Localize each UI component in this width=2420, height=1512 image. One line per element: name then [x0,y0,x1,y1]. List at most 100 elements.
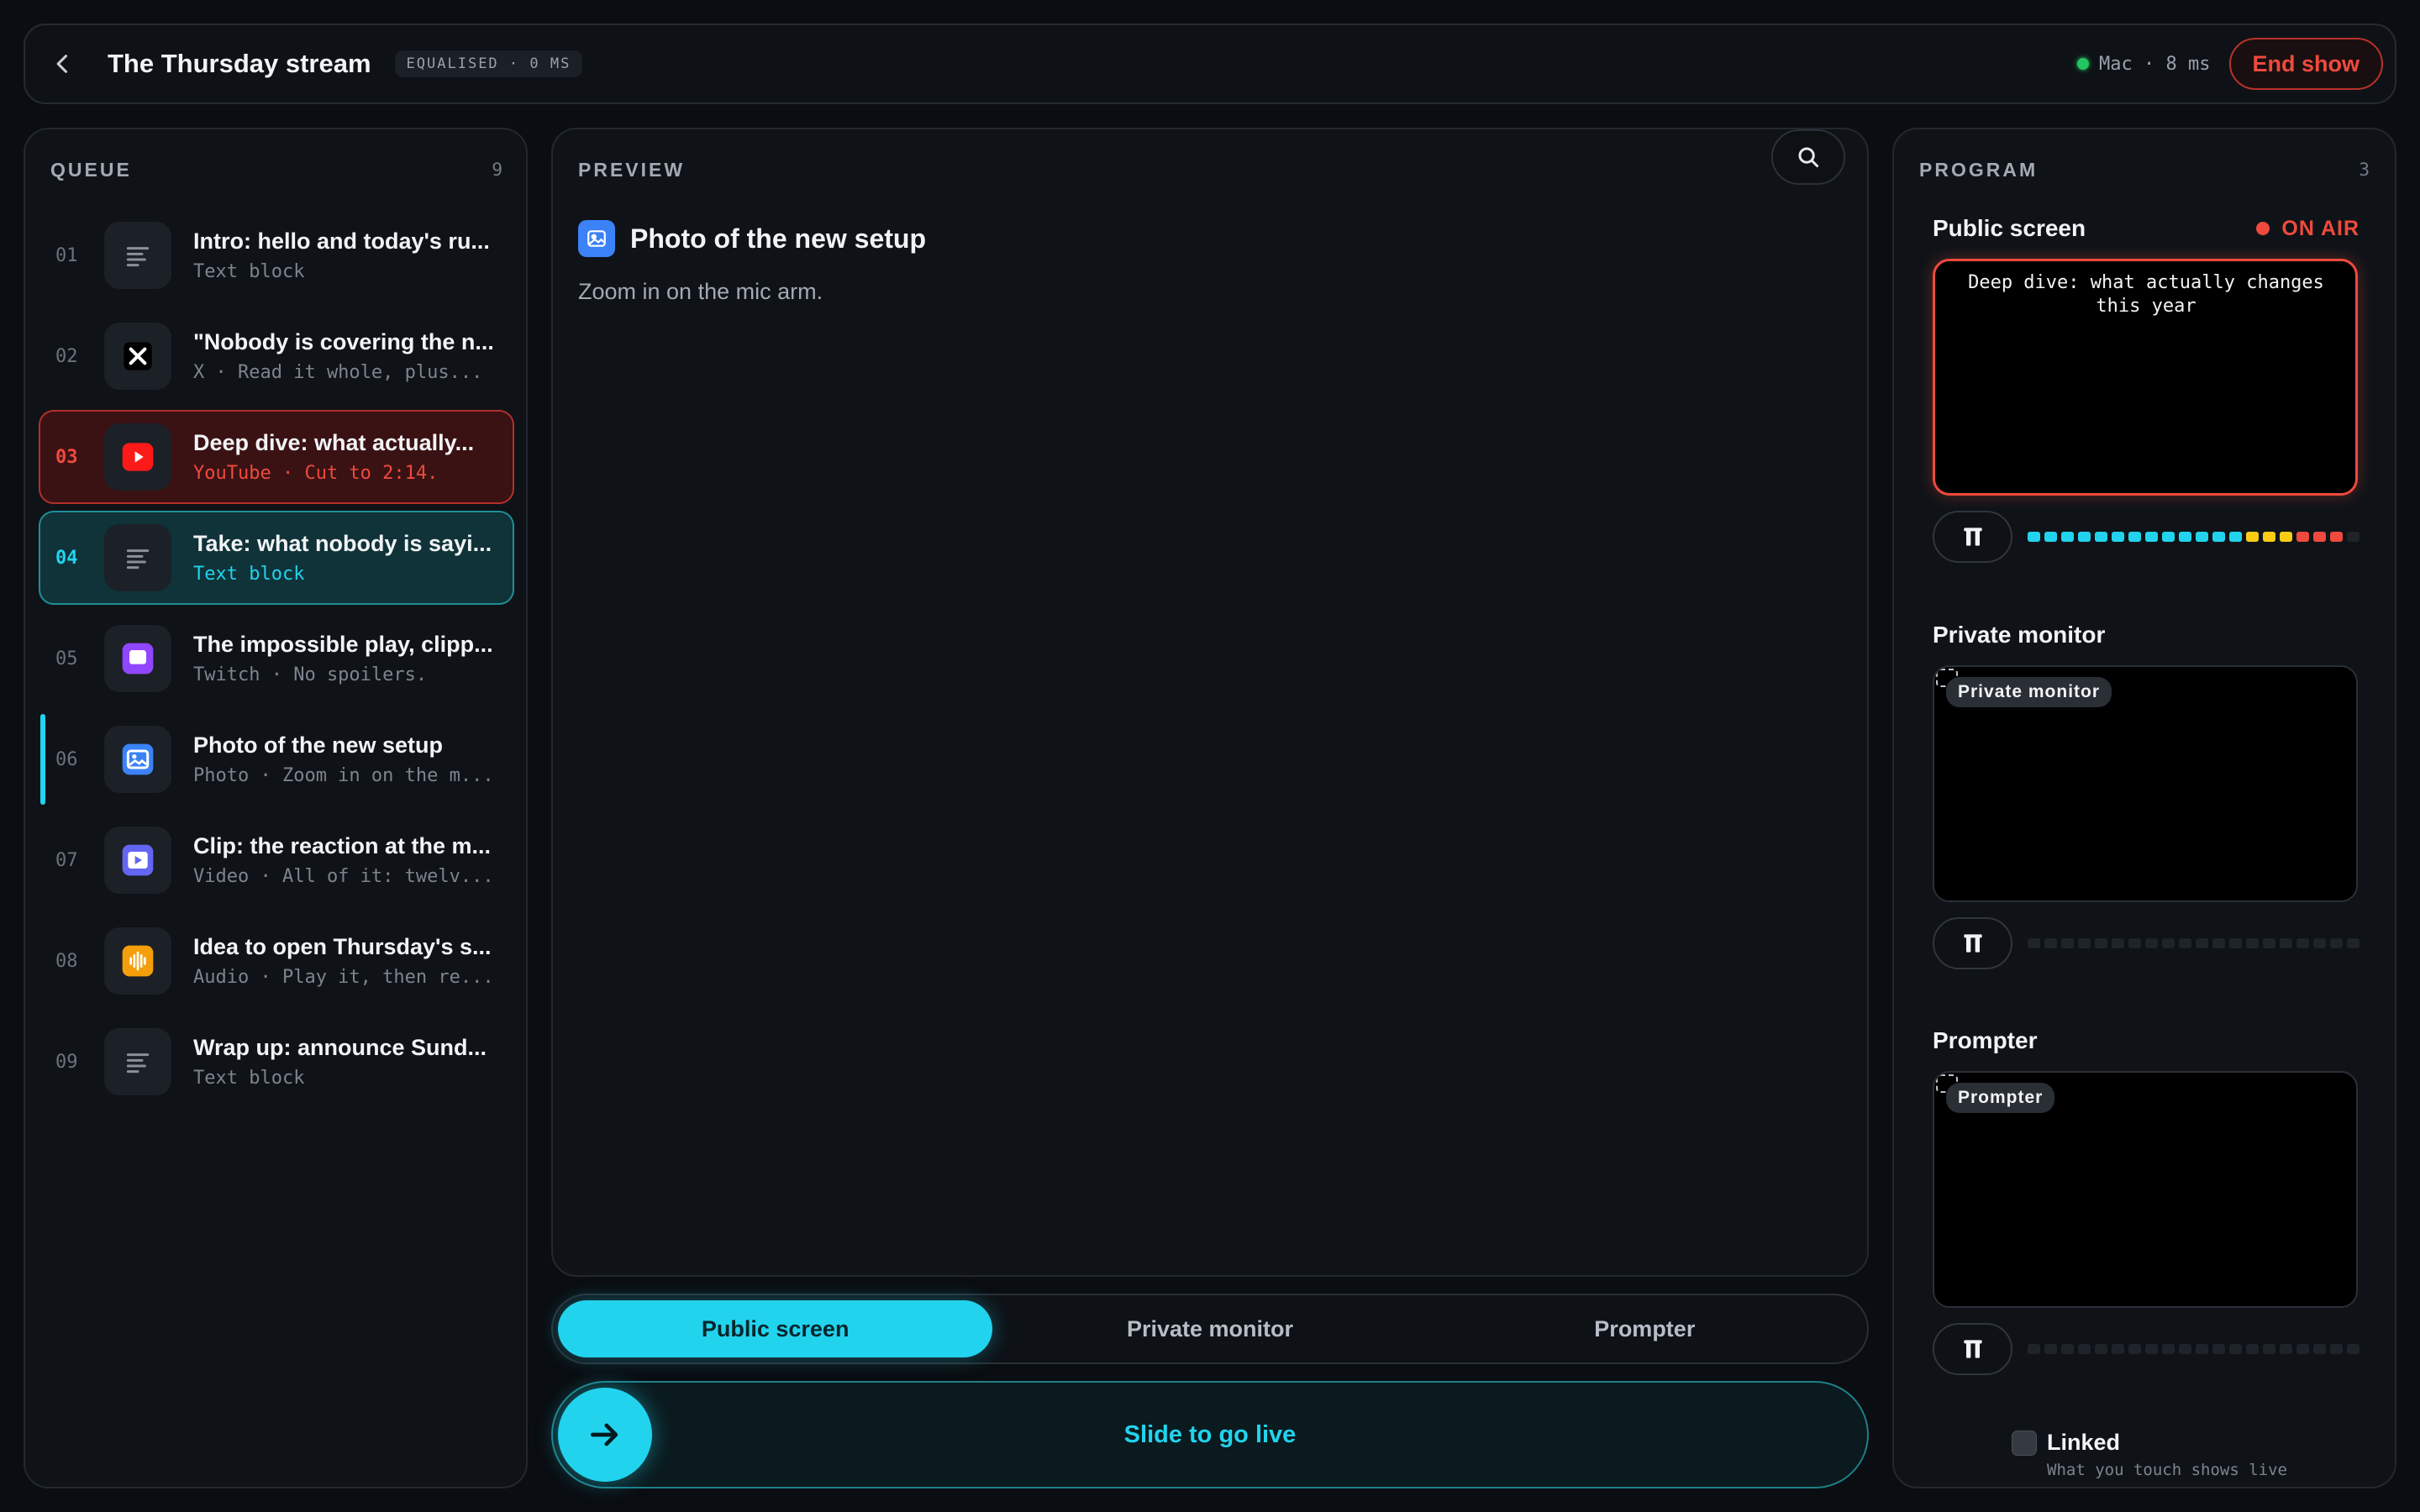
meter-segment [2246,1344,2259,1354]
queue-item-subtitle: Twitch · No spoilers. [193,664,428,685]
connection-status-dot [2077,58,2090,70]
pause-button[interactable] [1933,511,2012,563]
preview-title: PREVIEW [578,158,686,181]
queue-item-02[interactable]: 02 "Nobody is covering the n... X · Read i… [39,309,514,403]
private-monitor-screen[interactable]: Private monitor [1933,665,2358,902]
meter-segment [2162,938,2175,948]
chevron-left-icon [56,55,68,73]
meter-segment [2263,1344,2275,1354]
meter-segment [2061,938,2074,948]
slider-handle[interactable] [558,1388,652,1482]
preview-panel: PREVIEW Photo of the new setup Zoom in o… [551,128,1869,1277]
meter-segment [2095,938,2107,948]
meter-segment [2296,1344,2309,1354]
meter-segment [2179,532,2191,542]
pause-icon [1963,934,1982,953]
linked-checkbox[interactable] [2012,1430,2037,1456]
queue-item-title: The impossible play, clipp... [193,632,493,657]
queue-item-number: 08 [55,950,78,972]
text-icon [104,1028,171,1095]
meter-segment [2313,1344,2326,1354]
queue-item-05[interactable]: 05 The impossible play, clipp... Twitch · … [39,612,514,706]
meter-segment [2330,938,2343,948]
pause-button[interactable] [1933,917,2012,969]
tab-prompter[interactable]: Prompter [1428,1300,1862,1357]
meter-segment [2280,532,2292,542]
queue-item-08[interactable]: 08 Idea to open Thursday's s... Audio · Pl… [39,914,514,1008]
tab-private-monitor[interactable]: Private monitor [992,1300,1427,1357]
queue-item-03[interactable]: 03 Deep dive: what actually... YouTube · C… [39,410,514,504]
queue-item-number: 04 [55,547,78,569]
queue-item-title: Deep dive: what actually... [193,430,475,455]
linked-toggle[interactable]: Linked What you touch shows live [2012,1430,2287,1479]
meter-segment [2145,532,2158,542]
slider-label: Slide to go live [1123,1420,1297,1448]
output-private-monitor: Private monitor Private monitor [1933,620,2360,969]
output-label: Prompter [1933,1027,2038,1053]
meter-segment [2061,1344,2074,1354]
program-panel: PROGRAM 3 Public screen ON AIR Deep dive… [1892,128,2396,1488]
meter-segment [2179,938,2191,948]
output-label: Private monitor [1933,622,2106,648]
queue-item-06[interactable]: 06 Photo of the new setup Photo · Zoom in … [39,712,514,806]
pause-button[interactable] [1933,1323,2012,1375]
queue-item-07[interactable]: 07 Clip: the reaction at the m... Video · … [39,813,514,907]
meter-segment [2128,532,2141,542]
meter-segment [2229,532,2242,542]
arrow-right-icon [590,1423,618,1446]
meter-segment [2296,532,2309,542]
on-air-dot [2256,222,2270,235]
meter-segment [2212,532,2225,542]
meter-segment [2196,532,2208,542]
show-title: The Thursday stream [108,49,371,78]
queue-item-title: Clip: the reaction at the m... [193,833,492,858]
meter-segment [2313,532,2326,542]
search-button[interactable] [1771,129,1845,185]
pause-icon [1963,1340,1982,1358]
meter-segment [2347,938,2360,948]
tab-public-screen[interactable]: Public screen [558,1300,993,1357]
output-public-screen: Public screen ON AIR Deep dive: what act… [1933,213,2360,563]
meter-segment [2028,1344,2040,1354]
youtube-icon [104,423,171,491]
audio-level-meter [2028,938,2360,948]
meter-segment [2246,938,2259,948]
public-screen-monitor[interactable]: Deep dive: what actually changes this ye… [1933,259,2358,496]
queue-item-09[interactable]: 09 Wrap up: announce Sund... Text block [39,1015,514,1109]
queue-item-number: 07 [55,849,78,871]
meter-segment [2061,532,2074,542]
meter-segment [2044,1344,2057,1354]
queue-panel: QUEUE 9 01 Intro: hello and today's ru...… [24,128,528,1488]
queue-item-subtitle: YouTube · Cut to 2:14. [193,463,439,484]
program-count: 3 [2359,160,2370,180]
meter-segment [2313,938,2326,948]
meter-segment [2044,938,2057,948]
queue-item-title: Intro: hello and today's ru... [193,228,490,254]
queue-item-title: "Nobody is covering the n... [193,329,494,354]
program-title: PROGRAM [1919,158,2039,181]
destination-switch: Public screen Private monitor Prompter [551,1294,1869,1364]
queue-item-01[interactable]: 01 Intro: hello and today's ru... Text blo… [39,208,514,302]
end-show-button[interactable]: End show [2228,38,2383,90]
queue-item-04[interactable]: 04 Take: what nobody is sayi... Text block [39,511,514,605]
output-label: Public screen [1933,215,2086,241]
meter-segment [2095,1344,2107,1354]
screen-badge: Prompter [1946,1083,2055,1113]
queue-item-title: Wrap up: announce Sund... [193,1035,487,1060]
top-bar: The Thursday stream EQUALISED · 0 MS Mac… [24,24,2396,104]
queue-item-number: 06 [55,748,78,770]
photo-icon [104,726,171,793]
preview-item-note: Zoom in on the mic arm. [578,279,823,304]
on-air-label: ON AIR [2281,216,2360,240]
prompter-screen[interactable]: Prompter [1933,1071,2358,1308]
back-button[interactable] [25,25,101,102]
queue-count: 9 [492,160,502,180]
queue-item-subtitle: Photo · Zoom in on the m... [193,765,494,786]
queue-item-number: 09 [55,1051,78,1073]
linked-label: Linked [2047,1430,2121,1455]
go-live-slider[interactable]: Slide to go live [551,1381,1869,1488]
meter-segment [2078,532,2091,542]
queue-item-number: 02 [55,345,78,367]
video-icon [104,827,171,894]
queue-title: QUEUE [50,158,132,181]
